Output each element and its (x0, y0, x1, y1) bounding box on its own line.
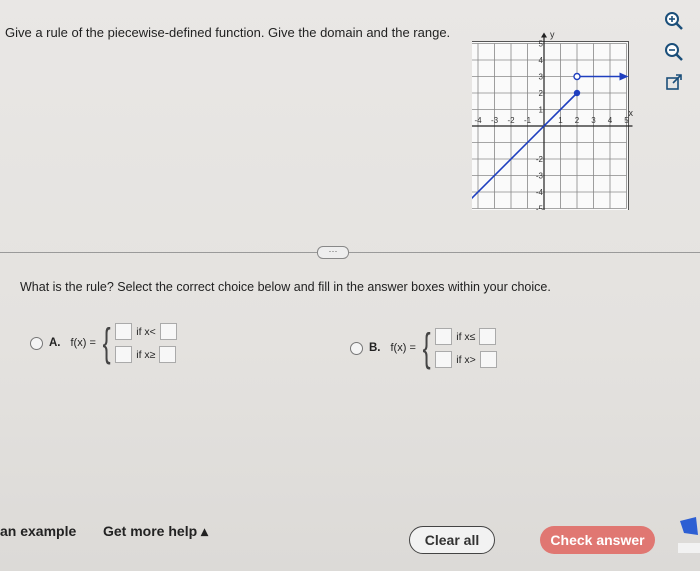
zoom-out-icon[interactable] (663, 41, 685, 63)
choice-a-fx: f(x) = (70, 337, 96, 349)
example-link[interactable]: an example (0, 523, 76, 539)
choice-b-cond-1: if x≤ (456, 330, 476, 343)
choice-b-expr-1-input[interactable] (435, 328, 453, 345)
y-tick-label: 2 (539, 89, 544, 98)
function-graph: xy -5-4-3-2-11234554321-2-3-4-5 (472, 30, 634, 211)
open-dot (573, 72, 581, 81)
y-axis-label: y (550, 30, 555, 40)
expand-button[interactable]: ··· (317, 246, 349, 259)
x-tick-label: 5 (624, 116, 629, 125)
section-divider (0, 252, 700, 253)
x-tick-label: 2 (575, 116, 580, 125)
choice-a-cond-2: if x≥ (136, 348, 156, 361)
choice-b-letter: B. (369, 342, 381, 354)
choice-b-row-2: if x> (435, 351, 497, 368)
x-tick-label: -2 (507, 116, 515, 125)
clear-all-button[interactable]: Clear all (409, 526, 495, 554)
choice-a-row-2: if x≥ (115, 346, 177, 363)
x-tick-label: 3 (591, 116, 596, 125)
choice-a-bound-2-input[interactable] (159, 346, 177, 363)
prompt-text: What is the rule? Select the correct cho… (20, 280, 551, 294)
choice-b-bound-2-input[interactable] (479, 351, 497, 368)
brace: { (422, 326, 431, 370)
y-tick-label: 1 (539, 106, 544, 115)
x-axis-label: x (629, 108, 634, 118)
question-text: Give a rule of the piecewise-defined fun… (5, 25, 451, 40)
choice-a-rows: if x< if x≥ (115, 323, 177, 363)
choice-a-row-1: if x< (115, 323, 177, 340)
y-tick-label: -5 (536, 205, 544, 211)
choice-b[interactable]: B. f(x) = { if x≤ if x> (350, 328, 497, 368)
choice-a[interactable]: A. f(x) = { if x< if x≥ (30, 323, 177, 363)
choice-a-expr-1-input[interactable] (115, 323, 133, 340)
choice-b-rows: if x≤ if x> (435, 328, 497, 368)
radio-choice-a[interactable] (30, 336, 43, 350)
choice-a-bound-1-input[interactable] (159, 323, 177, 340)
page: Give a rule of the piecewise-defined fun… (0, 0, 700, 571)
x-tick-label: -1 (524, 116, 532, 125)
x-tick-label: 4 (608, 116, 613, 125)
choice-a-cond-1: if x< (136, 325, 156, 338)
radio-choice-b[interactable] (350, 341, 363, 355)
zoom-in-icon[interactable] (663, 10, 685, 32)
choice-a-letter: A. (49, 337, 61, 349)
choice-b-bound-1-input[interactable] (479, 328, 497, 345)
x-tick-label: 1 (558, 116, 563, 125)
choice-b-expr-2-input[interactable] (435, 351, 453, 368)
choice-b-cond-2: if x> (456, 353, 476, 366)
x-tick-label: -4 (474, 116, 482, 125)
y-tick-label: -2 (536, 155, 544, 164)
y-axis-arrow (541, 32, 547, 38)
y-tick-label: -3 (536, 172, 544, 181)
x-tick-label: -3 (491, 116, 499, 125)
get-more-help-button[interactable]: Get more help ▴ (103, 523, 208, 540)
y-tick-label: 4 (539, 56, 544, 65)
side-toolbar (663, 10, 689, 103)
choice-a-expr-2-input[interactable] (115, 346, 133, 363)
y-tick-label: 5 (539, 40, 544, 49)
y-tick-label: -4 (536, 188, 544, 197)
external-link-icon[interactable] (663, 72, 685, 94)
y-tick-label: 3 (539, 73, 544, 82)
brace: { (102, 321, 111, 365)
choice-b-fx: f(x) = (390, 342, 416, 354)
check-answer-button[interactable]: Check answer (540, 526, 655, 554)
edge-icon (678, 517, 700, 553)
closed-dot (573, 89, 581, 97)
choice-b-row-1: if x≤ (435, 328, 497, 345)
